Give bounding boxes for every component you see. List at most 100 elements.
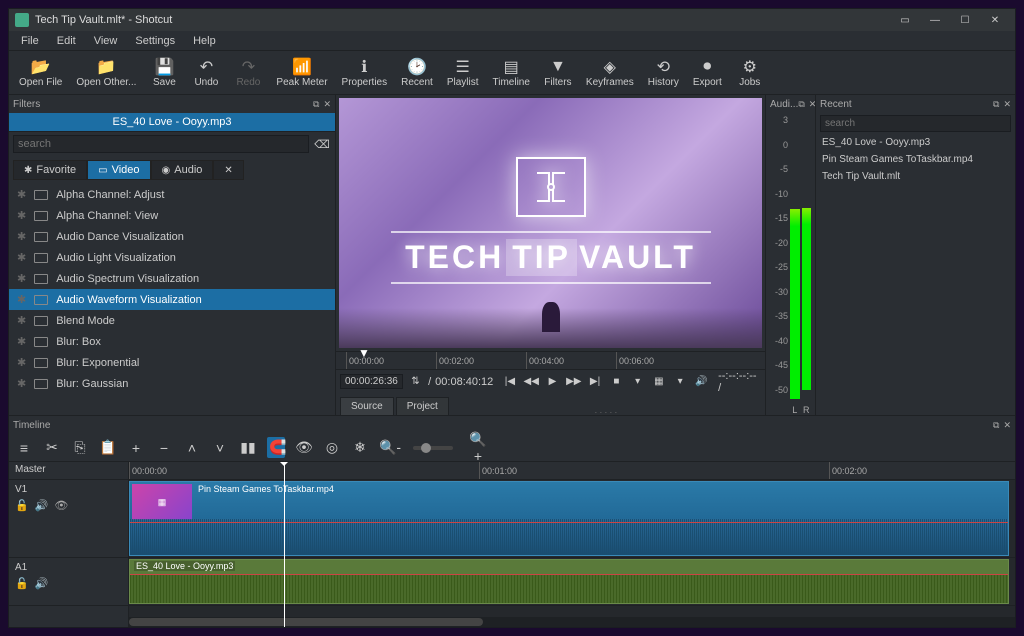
preview-viewport[interactable]: TECHTIPVAULT [339,98,762,348]
filter-item[interactable]: ✱Blur: Box [9,331,335,352]
history-button[interactable]: ⟲History [642,55,685,90]
split-icon[interactable]: ▮▮ [239,439,257,456]
eye-icon[interactable]: 👁 [54,499,68,512]
recent-button[interactable]: 🕑Recent [395,55,439,90]
star-icon[interactable]: ✱ [17,188,26,201]
timeline-ruler[interactable]: 00:00:0000:01:0000:02:00 [129,462,1015,480]
overwrite-icon[interactable]: ˅ [211,440,229,456]
skip-end-button[interactable]: ▶| [586,373,603,391]
filter-item[interactable]: ✱Audio Spectrum Visualization [9,268,335,289]
panel-float-icon[interactable]: ⧉ [993,99,999,110]
maximize-button[interactable]: ☐ [951,11,979,29]
redo-button[interactable]: ↷Redo [228,55,268,90]
add-icon[interactable]: + [127,440,145,456]
track-header-a1[interactable]: A1🔓🔊 [9,558,128,606]
undo-button[interactable]: ↶Undo [186,55,226,90]
play-button[interactable]: ▶ [544,373,561,391]
timeline-scrollbar[interactable] [129,617,1015,627]
lock-icon[interactable]: 🔓 [15,499,29,512]
menu-settings[interactable]: Settings [127,33,183,49]
tray-button[interactable]: ▭ [891,11,919,29]
close-button[interactable]: ✕ [981,11,1009,29]
panel-float-icon[interactable]: ⧉ [313,99,319,110]
panel-close-icon[interactable]: ✕ [323,99,331,110]
tab-project[interactable]: Project [396,397,449,415]
open-file-button[interactable]: 📂Open File [13,55,68,90]
tc-stepper[interactable]: ⇅ [407,373,424,391]
forward-button[interactable]: ▶▶ [565,373,582,391]
filter-search-input[interactable] [13,135,309,153]
zoom-in-icon[interactable]: 🔍+ [469,431,487,464]
resize-handle[interactable]: . . . . . [451,405,761,415]
star-icon[interactable]: ✱ [17,356,26,369]
minimize-button[interactable]: — [921,11,949,29]
star-icon[interactable]: ✱ [17,377,26,390]
star-icon[interactable]: ✱ [17,335,26,348]
menu-icon[interactable]: ≡ [15,440,33,456]
menu-view[interactable]: View [86,33,126,49]
panel-float-icon[interactable]: ⧉ [798,99,804,110]
audio-clip[interactable]: ES_40 Love - Ooyy.mp3 [129,559,1009,604]
keyframes-button[interactable]: ◈Keyframes [580,55,640,90]
filter-item[interactable]: ✱Audio Dance Visualization [9,226,335,247]
lock-icon[interactable]: 🔓 [15,577,29,590]
filter-item[interactable]: ✱Alpha Channel: Adjust [9,184,335,205]
menu-help[interactable]: Help [185,33,224,49]
master-header[interactable]: Master [9,462,128,480]
track-v1[interactable]: ▦Pin Steam Games ToTaskbar.mp4 [129,480,1015,558]
filter-item[interactable]: ✱Blend Mode [9,310,335,331]
jobs-button[interactable]: ⚙Jobs [730,55,770,90]
tab-source[interactable]: Source [340,397,394,415]
zoom-slider[interactable] [413,446,453,450]
star-icon[interactable]: ✱ [17,251,26,264]
chip-video[interactable]: ▭Video [87,160,150,180]
snap-icon[interactable]: 🧲 [267,437,285,458]
ripple-all-icon[interactable]: ❄ [351,439,369,456]
star-icon[interactable]: ✱ [17,272,26,285]
filter-item[interactable]: ✱Blur: Gaussian [9,373,335,394]
filter-item[interactable]: ✱Audio Waveform Visualization [9,289,335,310]
filter-item[interactable]: ✱Audio Light Visualization [9,247,335,268]
paste-icon[interactable]: 📋 [99,439,117,456]
recent-search-input[interactable] [820,115,1011,132]
recent-item[interactable]: Pin Steam Games ToTaskbar.mp4 [816,151,1015,168]
stop-button[interactable]: ■ [608,373,625,391]
zoom-dropdown[interactable]: ▾ [629,373,646,391]
copy-icon[interactable]: ⎘ [71,439,89,456]
grid-button[interactable]: ▦ [650,373,667,391]
star-icon[interactable]: ✱ [17,230,26,243]
ripple-icon[interactable]: ◎ [323,439,341,456]
chip-close[interactable]: ✕ [213,160,243,180]
video-clip[interactable]: ▦Pin Steam Games ToTaskbar.mp4 [129,481,1009,556]
current-timecode[interactable]: 00:00:26:36 [340,374,403,389]
filters-button[interactable]: ▼Filters [538,55,578,90]
track-header-v1[interactable]: V1🔓🔊👁 [9,480,128,558]
recent-item[interactable]: ES_40 Love - Ooyy.mp3 [816,134,1015,151]
remove-icon[interactable]: − [155,440,173,456]
recent-item[interactable]: Tech Tip Vault.mlt [816,168,1015,185]
filter-item[interactable]: ✱Alpha Channel: View [9,205,335,226]
clear-search-icon[interactable]: ⌫ [313,135,331,153]
peak-meter-button[interactable]: 📶Peak Meter [270,55,333,90]
export-button[interactable]: ⏺Export [687,55,728,90]
skip-start-button[interactable]: |◀ [501,373,518,391]
timeline-tracks-area[interactable]: 00:00:0000:01:0000:02:00 ▦Pin Steam Game… [129,462,1015,627]
chip-favorite[interactable]: ✱Favorite [13,160,87,180]
speaker-icon[interactable]: 🔊 [35,577,49,590]
zoom-out-icon[interactable]: 🔍- [379,439,397,456]
timeline-playhead[interactable] [284,462,285,627]
grid-dropdown[interactable]: ▾ [672,373,689,391]
volume-button[interactable]: 🔊 [693,373,710,391]
star-icon[interactable]: ✱ [17,293,26,306]
filter-list[interactable]: ✱Alpha Channel: Adjust✱Alpha Channel: Vi… [9,184,335,415]
panel-close-icon[interactable]: ✕ [1003,99,1011,110]
open-other--button[interactable]: 📁Open Other... [70,55,142,90]
playlist-button[interactable]: ☰Playlist [441,55,485,90]
menu-file[interactable]: File [13,33,47,49]
properties-button[interactable]: ℹProperties [336,55,394,90]
star-icon[interactable]: ✱ [17,209,26,222]
speaker-icon[interactable]: 🔊 [35,499,49,512]
panel-float-icon[interactable]: ⧉ [993,420,999,431]
chip-audio[interactable]: ◉Audio [151,160,214,180]
star-icon[interactable]: ✱ [17,314,26,327]
